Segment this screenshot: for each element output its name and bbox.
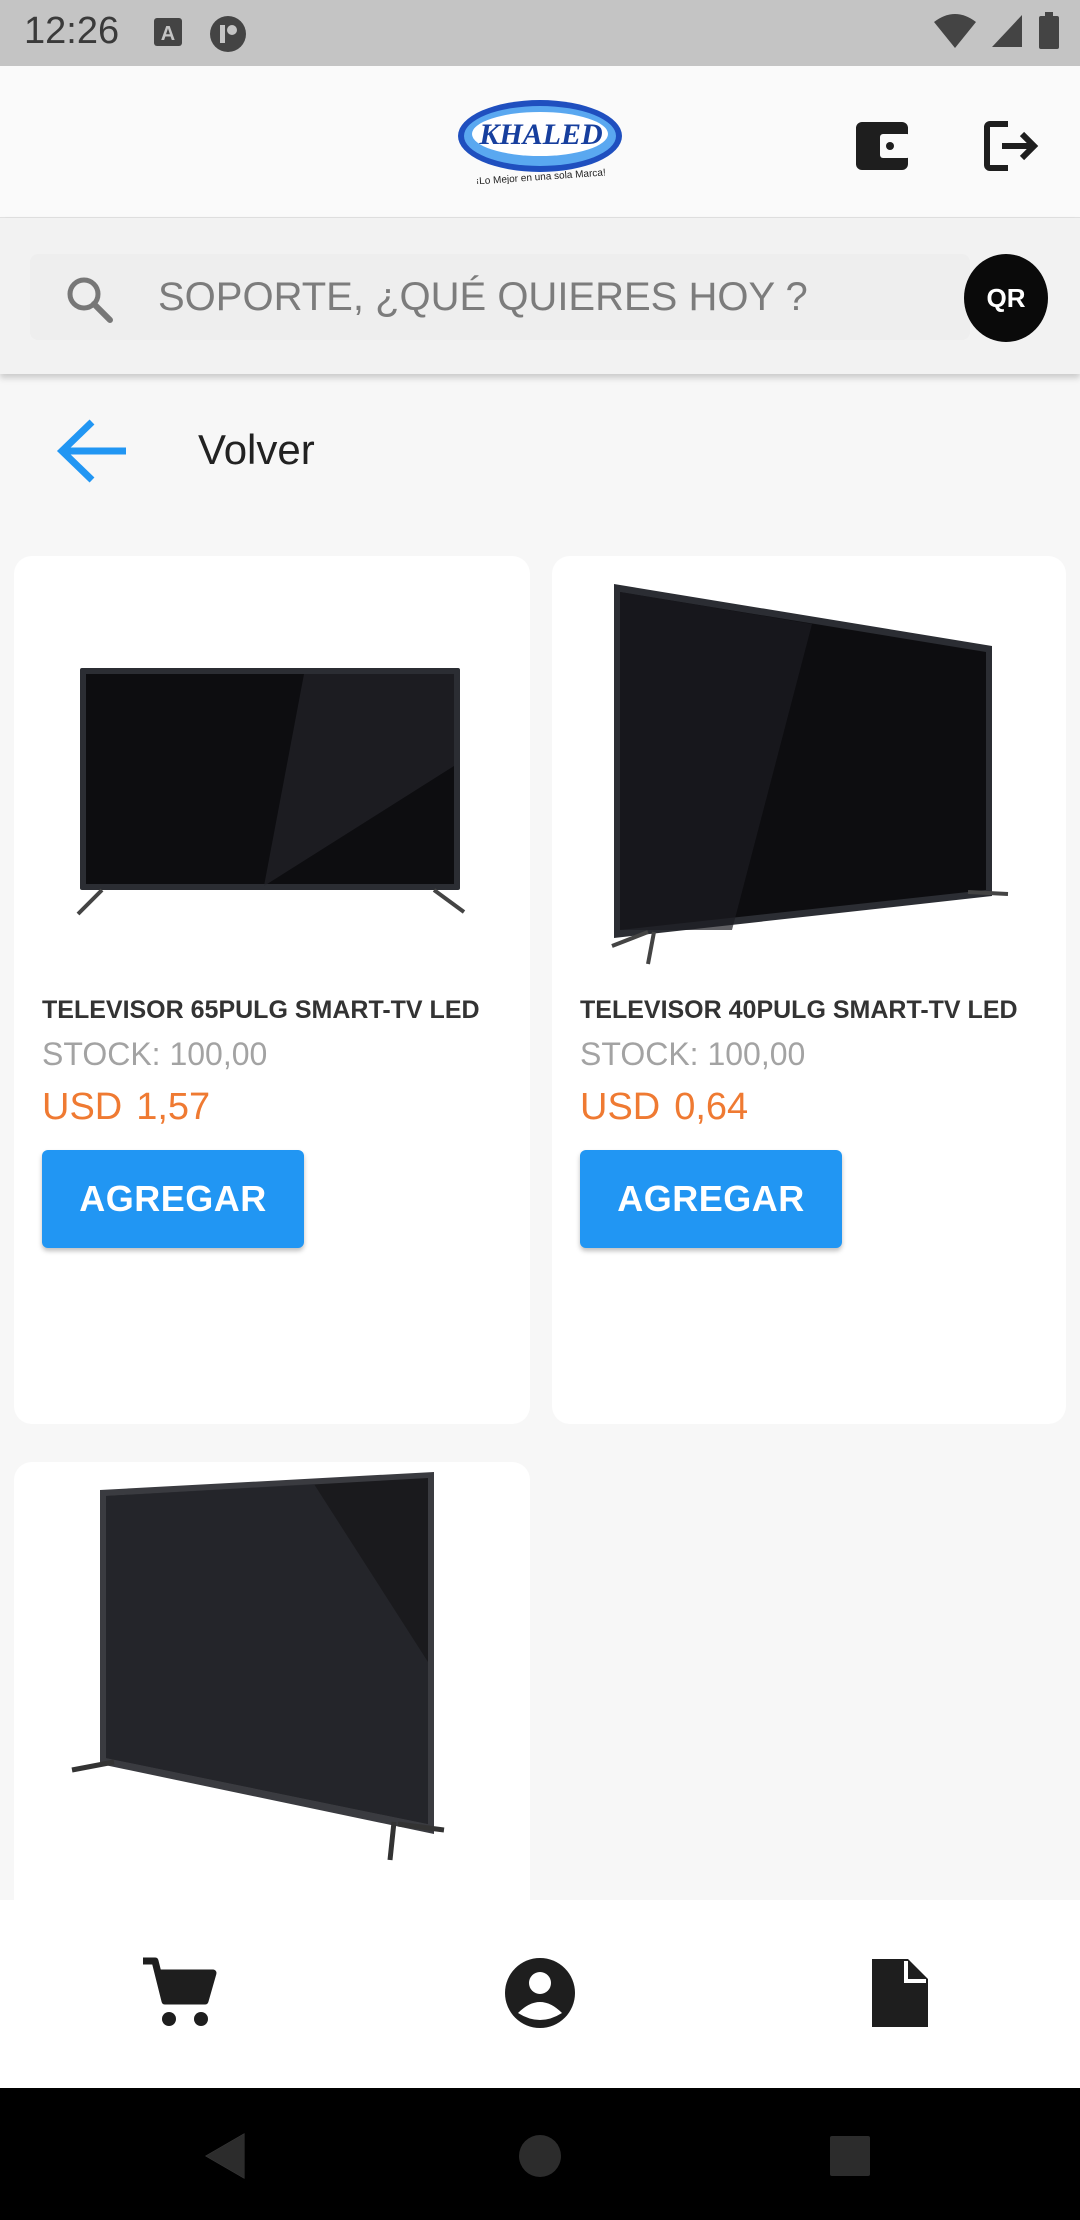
svg-text:KHALED: KHALED bbox=[478, 118, 602, 151]
battery-icon bbox=[1038, 12, 1060, 55]
product-card[interactable]: TELEVISOR 65PULG SMART-TV LED STOCK: 100… bbox=[14, 556, 530, 1424]
price-value: 1,57 bbox=[136, 1086, 211, 1128]
product-price: USD 1,57 bbox=[42, 1086, 210, 1129]
price-currency: USD bbox=[580, 1086, 661, 1128]
status-time: 12:26 bbox=[24, 10, 120, 52]
product-name: TELEVISOR 40PULG SMART-TV LED bbox=[580, 996, 1018, 1024]
status-right-icons bbox=[934, 12, 1060, 55]
wallet-icon[interactable] bbox=[852, 116, 912, 176]
product-name: TELEVISOR 65PULG SMART-TV LED bbox=[42, 996, 480, 1024]
home-circle-icon[interactable] bbox=[510, 2126, 570, 2186]
brand-logo[interactable]: KHALED ¡Lo Mejor en una sola Marca! bbox=[455, 96, 625, 188]
product-price: USD 0,64 bbox=[580, 1086, 748, 1129]
screen: 12:26 A KHALED ¡Lo Mejor en una sola Mar… bbox=[0, 0, 1080, 2220]
back-label[interactable]: Volver bbox=[198, 426, 315, 474]
product-card[interactable] bbox=[14, 1462, 530, 1942]
system-nav bbox=[0, 2088, 1080, 2220]
product-card[interactable]: TELEVISOR 40PULG SMART-TV LED STOCK: 100… bbox=[552, 556, 1066, 1424]
add-to-cart-button[interactable]: AGREGAR bbox=[42, 1150, 304, 1248]
search-input[interactable] bbox=[158, 264, 938, 330]
search-box[interactable] bbox=[30, 254, 970, 340]
product-image bbox=[552, 556, 1066, 976]
bottom-nav bbox=[0, 1900, 1080, 2088]
price-value: 0,64 bbox=[674, 1086, 749, 1128]
add-to-cart-button[interactable]: AGREGAR bbox=[580, 1150, 842, 1248]
product-image bbox=[14, 1462, 530, 1902]
a-text-icon: A bbox=[150, 14, 186, 59]
back-row[interactable]: Volver bbox=[0, 374, 1080, 524]
accessibility-icon bbox=[208, 14, 248, 59]
status-bar: 12:26 A bbox=[0, 0, 1080, 66]
qr-button[interactable]: QR bbox=[964, 254, 1048, 342]
back-triangle-icon[interactable] bbox=[196, 2126, 256, 2186]
document-icon[interactable] bbox=[855, 1948, 945, 2038]
product-image bbox=[14, 556, 530, 956]
product-stock: STOCK: 100,00 bbox=[580, 1036, 806, 1072]
svg-text:A: A bbox=[161, 23, 175, 45]
signal-icon bbox=[990, 13, 1024, 54]
status-left-icons: A bbox=[150, 14, 248, 59]
cart-icon[interactable] bbox=[134, 1948, 224, 2038]
search-icon bbox=[64, 274, 116, 331]
account-icon[interactable] bbox=[495, 1948, 585, 2038]
recents-square-icon[interactable] bbox=[820, 2126, 880, 2186]
search-bar: QR bbox=[0, 218, 1080, 374]
price-currency: USD bbox=[42, 1086, 123, 1128]
app-header: KHALED ¡Lo Mejor en una sola Marca! bbox=[0, 66, 1080, 218]
wifi-icon bbox=[934, 12, 976, 55]
back-arrow-icon[interactable] bbox=[56, 416, 128, 491]
logout-icon[interactable] bbox=[982, 116, 1042, 176]
product-stock: STOCK: 100,00 bbox=[42, 1036, 268, 1072]
